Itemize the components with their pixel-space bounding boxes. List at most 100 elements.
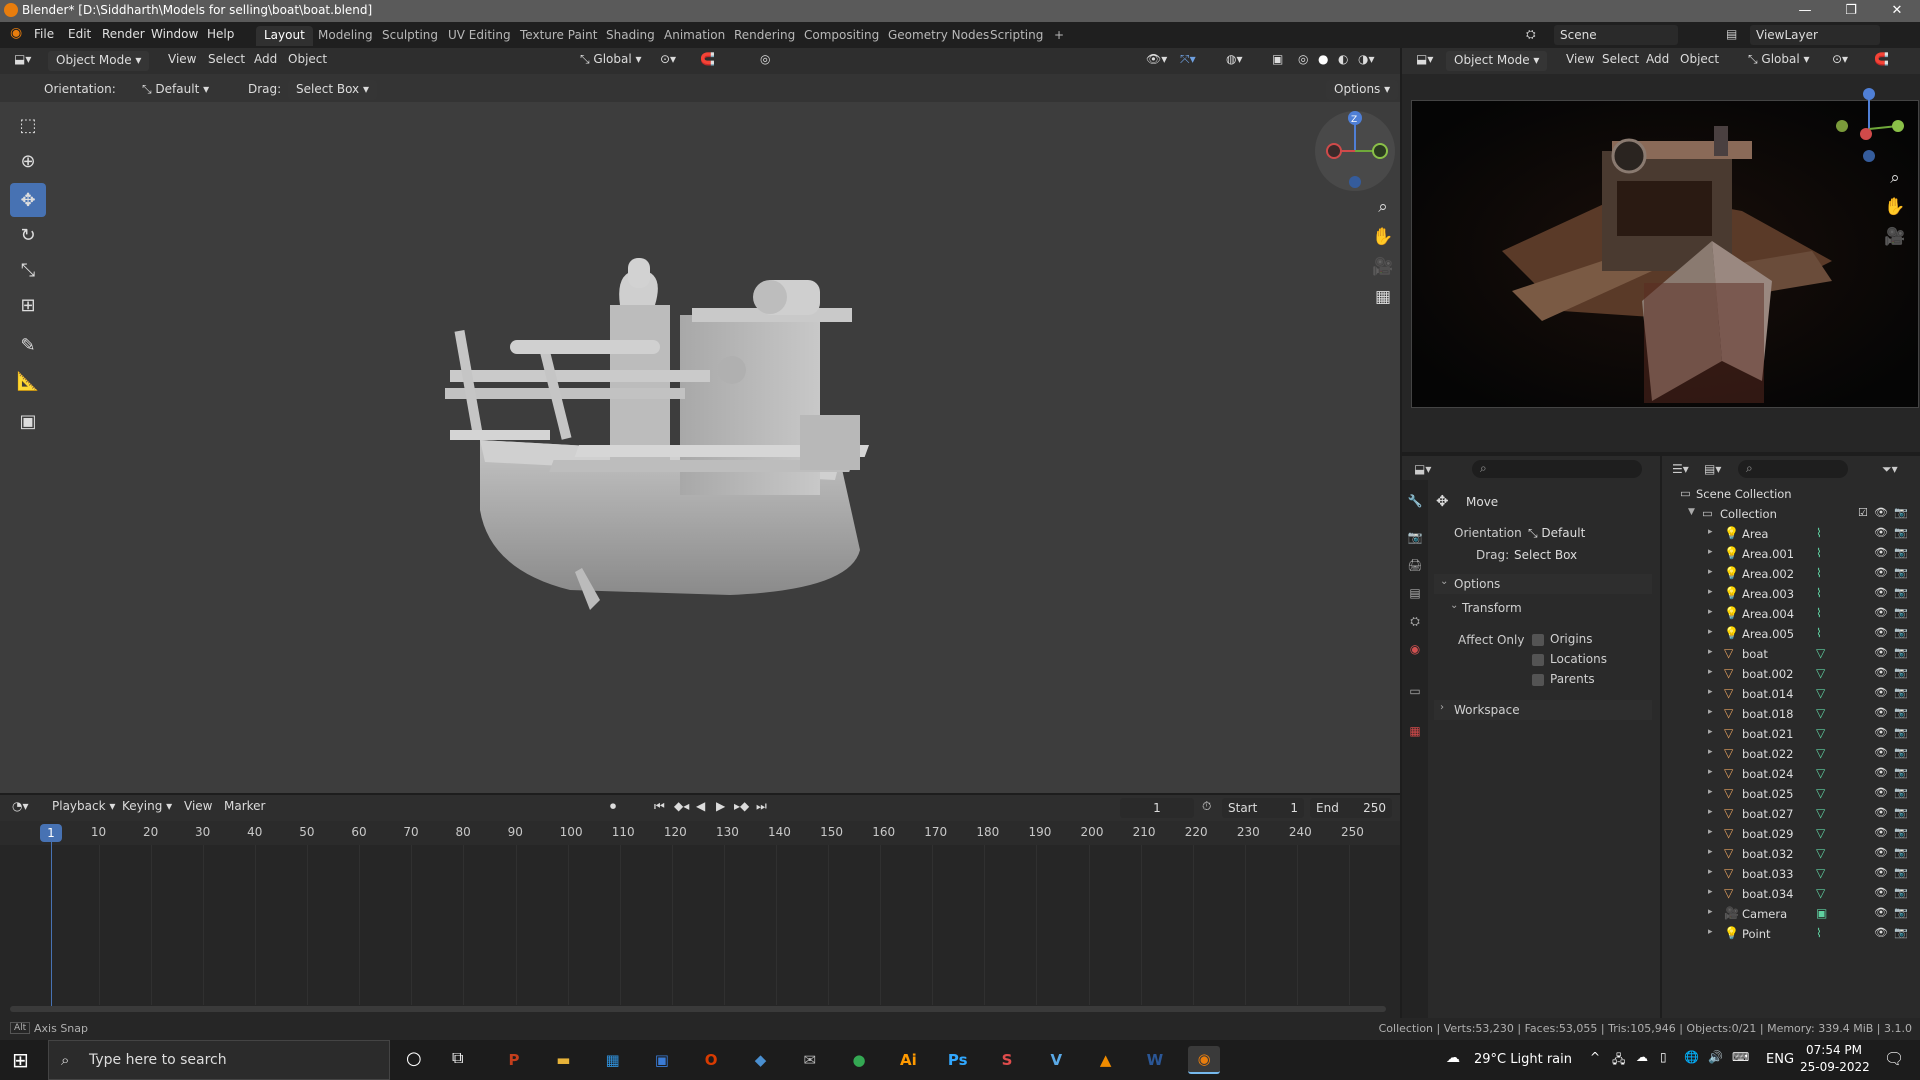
chevron-right-icon[interactable]: ▸ <box>1708 567 1713 577</box>
properties-editor-type-icon[interactable]: ⬓▾ <box>1414 462 1431 476</box>
outliner-row-boat-029[interactable]: ▸ ▽ boat.029 ▽ 👁 📷 <box>1662 824 1920 844</box>
preview-navigation-gizmo[interactable] <box>1828 88 1910 170</box>
photoshop-app-icon[interactable]: Ps <box>942 1046 974 1074</box>
render-camera-icon[interactable]: 📷 <box>1894 846 1908 859</box>
xray-icon[interactable]: ▣ <box>1272 52 1283 66</box>
menu-help[interactable]: Help <box>207 27 234 41</box>
tab-rendering[interactable]: Rendering <box>726 26 803 46</box>
outliner-row-boat-018[interactable]: ▸ ▽ boat.018 ▽ 👁 📷 <box>1662 704 1920 724</box>
outliner-row-boat-034[interactable]: ▸ ▽ boat.034 ▽ 👁 📷 <box>1662 884 1920 904</box>
rotate-tool-icon[interactable]: ↻ <box>10 218 46 252</box>
preview-orientation-dropdown[interactable]: ⤡ Global ▾ <box>1748 52 1810 67</box>
play-icon[interactable]: ▶ <box>716 799 725 813</box>
workspace-panel-header[interactable]: › Workspace <box>1434 700 1652 720</box>
collection-row[interactable]: ▼ ▭ Collection ☑ 👁 📷 <box>1662 504 1920 524</box>
chevron-right-icon[interactable]: ▸ <box>1708 827 1713 837</box>
play-reverse-icon[interactable]: ◀ <box>696 799 705 813</box>
tool-tab-icon[interactable]: 🔧 <box>1407 494 1423 510</box>
chevron-right-icon[interactable]: ▸ <box>1708 927 1713 937</box>
eye-icon[interactable]: 👁 <box>1874 666 1888 679</box>
eye-icon[interactable]: 👁 <box>1874 846 1888 859</box>
taskbar-search-box[interactable]: ⌕ Type here to search <box>48 1040 390 1080</box>
parents-checkbox[interactable]: Parents <box>1532 672 1595 686</box>
tab-modeling[interactable]: Modeling <box>310 26 381 46</box>
render-camera-icon[interactable]: 📷 <box>1894 826 1908 839</box>
chevron-right-icon[interactable]: ▸ <box>1708 867 1713 877</box>
viewport-menu-select[interactable]: Select <box>208 52 245 66</box>
measure-tool-icon[interactable]: 📐 <box>10 364 46 398</box>
texture-tab-icon[interactable]: ▦ <box>1407 724 1423 740</box>
chevron-right-icon[interactable]: ▸ <box>1708 527 1713 537</box>
render-camera-icon[interactable]: 📷 <box>1894 646 1908 659</box>
menu-render[interactable]: Render <box>102 27 145 41</box>
eye-icon[interactable]: 👁 <box>1874 926 1888 939</box>
render-camera-icon[interactable]: 📷 <box>1894 586 1908 599</box>
render-camera-icon[interactable]: 📷 <box>1894 886 1908 899</box>
preview-menu-object[interactable]: Object <box>1680 52 1719 66</box>
clock-time[interactable]: 07:54 PM <box>1806 1043 1862 1057</box>
jump-start-icon[interactable]: ⏮ <box>654 799 665 814</box>
outliner-row-area-002[interactable]: ▸ 💡 Area.002 ⌇ 👁 📷 <box>1662 564 1920 584</box>
world-tab-icon[interactable]: ◉ <box>1407 642 1423 658</box>
zoom-icon[interactable]: ⌕ <box>1368 192 1398 222</box>
next-keyframe-icon[interactable]: ▸◆ <box>734 799 749 813</box>
eye-icon[interactable]: 👁 <box>1874 906 1888 919</box>
outliner-row-boat-032[interactable]: ▸ ▽ boat.032 ▽ 👁 📷 <box>1662 844 1920 864</box>
origins-checkbox[interactable]: Origins <box>1532 632 1593 646</box>
outliner-row-area-003[interactable]: ▸ 💡 Area.003 ⌇ 👁 📷 <box>1662 584 1920 604</box>
playback-menu[interactable]: Playback ▾ <box>52 799 115 813</box>
chevron-right-icon[interactable]: ▸ <box>1708 787 1713 797</box>
menu-file[interactable]: File <box>34 27 54 41</box>
outliner-search-input[interactable]: ⌕ <box>1738 460 1848 478</box>
chevron-right-icon[interactable]: ▸ <box>1708 807 1713 817</box>
props-drag-dropdown[interactable]: Select Box <box>1508 545 1644 565</box>
close-button[interactable]: ✕ <box>1874 0 1920 22</box>
blender-app-icon[interactable]: ◉ <box>1188 1046 1221 1074</box>
end-frame-field[interactable]: End 250 <box>1310 798 1392 818</box>
boat-model[interactable] <box>430 250 950 620</box>
chevron-right-icon[interactable]: ▸ <box>1708 607 1713 617</box>
substance-app-icon[interactable]: S <box>991 1046 1023 1074</box>
wireframe-shading-icon[interactable]: ◎ <box>1298 52 1308 66</box>
playhead-frame-badge[interactable]: 1 <box>40 824 62 842</box>
viewport-menu-object[interactable]: Object <box>288 52 327 66</box>
eye-icon[interactable]: 👁 <box>1874 646 1888 659</box>
render-camera-icon[interactable]: 📷 <box>1894 906 1908 919</box>
windows-start-icon[interactable]: ⊞ <box>12 1048 29 1072</box>
eye-icon[interactable]: 👁 <box>1874 526 1888 539</box>
chevron-right-icon[interactable]: ▸ <box>1708 667 1713 677</box>
maximize-button[interactable]: ❐ <box>1828 0 1874 22</box>
add-workspace-button[interactable]: + <box>1046 26 1072 46</box>
eye-icon[interactable]: 👁 <box>1874 706 1888 719</box>
eye-icon[interactable]: 👁 <box>1874 506 1888 519</box>
orientation-dropdown[interactable]: ⤡ Default ▾ <box>142 82 209 97</box>
scale-tool-icon[interactable]: ⤡ <box>10 253 46 287</box>
office-app-icon[interactable]: O <box>695 1046 727 1074</box>
preview-menu-select[interactable]: Select <box>1602 52 1639 66</box>
jump-end-icon[interactable]: ⏭ <box>756 799 767 814</box>
menu-window[interactable]: Window <box>151 27 198 41</box>
pivot-icon[interactable]: ⊙▾ <box>660 52 676 66</box>
timeline-scrollbar[interactable] <box>10 1006 1386 1012</box>
material-shading-icon[interactable]: ◐ <box>1338 52 1348 66</box>
blender-menu-icon[interactable]: ◉ <box>10 25 22 41</box>
tab-layout[interactable]: Layout <box>256 26 313 46</box>
scene-selector[interactable]: Scene <box>1554 25 1678 45</box>
output-tab-icon[interactable]: 🖨 <box>1407 558 1423 574</box>
onedrive-icon[interactable]: ☁ <box>1636 1050 1648 1064</box>
locations-checkbox[interactable]: Locations <box>1532 652 1607 666</box>
preview-pivot-icon[interactable]: ⊙▾ <box>1832 52 1848 66</box>
weather-text[interactable]: 29°C Light rain <box>1474 1052 1572 1067</box>
render-camera-icon[interactable]: 📷 <box>1894 786 1908 799</box>
timeline-view-menu[interactable]: View <box>184 799 212 813</box>
tab-sculpting[interactable]: Sculpting <box>374 26 446 46</box>
chevron-right-icon[interactable]: ▸ <box>1708 887 1713 897</box>
eye-icon[interactable]: 👁 <box>1874 606 1888 619</box>
viewport-menu-add[interactable]: Add <box>254 52 277 66</box>
store-app-icon[interactable]: ▣ <box>646 1046 678 1074</box>
notification-icon[interactable]: 🗨 <box>1884 1049 1904 1068</box>
globe-icon[interactable]: 🌐 <box>1684 1050 1699 1064</box>
task-view-icon[interactable]: ⧉ <box>452 1048 463 1068</box>
vectary-app-icon[interactable]: V <box>1040 1046 1072 1074</box>
scene-tab-icon[interactable]: ⛭ <box>1407 614 1423 630</box>
